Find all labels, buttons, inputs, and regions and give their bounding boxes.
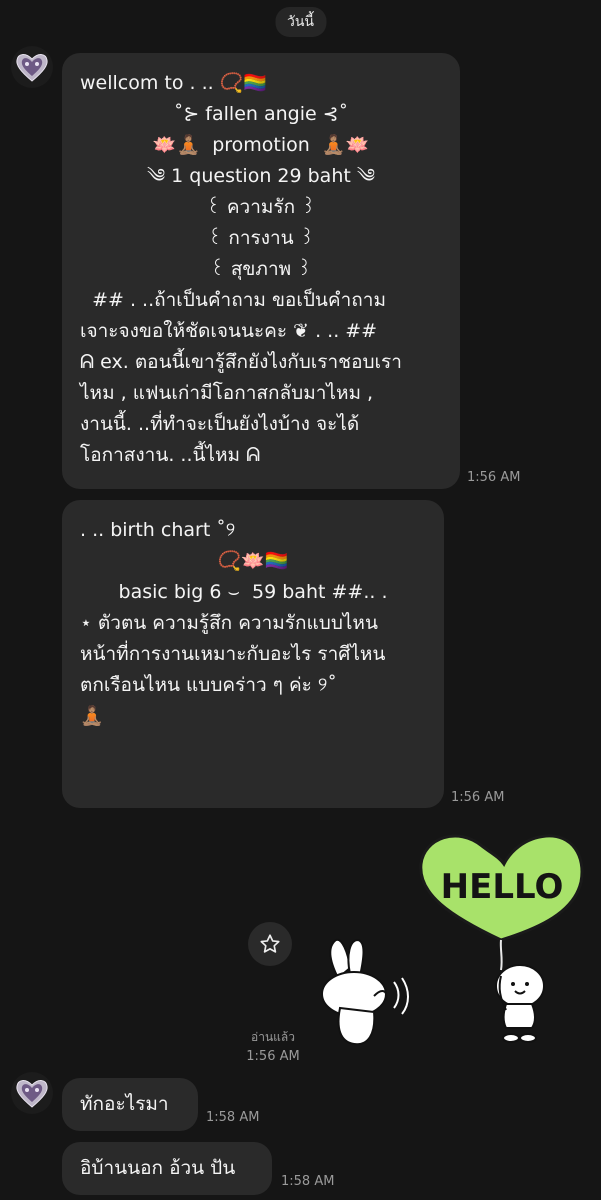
- message-line: basic big 6 ⌣ 59 baht ##.. .: [118, 581, 388, 603]
- message-line: ꒰ การงาน ꒱: [207, 227, 315, 249]
- message-line: 🧘🏽: [80, 705, 104, 727]
- hello-text: HELLO: [441, 867, 564, 907]
- heart-gem-avatar-icon: [16, 54, 48, 82]
- message-line: ⋆ ตัวตน ความรู้สึก ความรักแบบไหน: [80, 612, 378, 634]
- read-label: อ่านแล้ว: [251, 1030, 295, 1044]
- message-line: ไหม , แฟนเก่ามีโอกาสกลับมาไหม ,: [80, 382, 374, 404]
- message-text: ทักอะไรมา: [80, 1093, 169, 1115]
- heart-gem-avatar-icon: [16, 1080, 48, 1108]
- message-bubble[interactable]: wellcom to . .. 📿🏳️‍🌈 ˚⊱ fallen angie ⊰˚…: [62, 53, 460, 489]
- star-button[interactable]: [248, 922, 292, 966]
- avatar[interactable]: [11, 1072, 53, 1114]
- message-time: 1:58 AM: [281, 1174, 335, 1189]
- message-time: 1:56 AM: [451, 790, 505, 805]
- message-line: . .. birth chart ˚୨: [80, 519, 236, 541]
- message-line: โอกาสงาน. ..นี้ไหม ᕱ: [80, 444, 261, 466]
- message-line: หน้าที่การงานเหมาะกับอะไร ราศีไหน: [80, 643, 386, 665]
- message-text: อิบ้านนอก อ้วน ปัน: [80, 1157, 236, 1179]
- message-bubble[interactable]: . .. birth chart ˚୨ 📿🪷🏳️‍🌈 basic big 6 ⌣…: [62, 500, 444, 808]
- sticker-time: 1:56 AM: [246, 1049, 300, 1064]
- message-line: ꒰ ความรัก ꒱: [205, 196, 317, 218]
- read-receipt: อ่านแล้ว 1:56 AM: [238, 1028, 308, 1064]
- date-pill: วันนี้: [274, 7, 327, 37]
- message-time: 1:58 AM: [206, 1110, 260, 1125]
- message-bubble[interactable]: อิบ้านนอก อ้วน ปัน: [62, 1142, 272, 1195]
- message-line: งานนี้. ..ที่ทำจะเป็นยังไงบ้าง จะได้: [80, 413, 360, 435]
- message-line: ˚⊱ fallen angie ⊰˚: [173, 103, 349, 125]
- message-line: wellcom to . .. 📿🏳️‍🌈: [80, 72, 268, 94]
- message-line: 📿🪷🏳️‍🌈: [217, 550, 289, 572]
- message-line: ꒰ สุขภาพ ꒱: [209, 258, 313, 280]
- message-line: ᕱ ex. ตอนนี้เขารู้สึกยังไงกับเราชอบเรา: [80, 351, 402, 373]
- message-line: เจาะจงขอให้ชัดเจนนะคะ ❦ . .. ##: [80, 320, 378, 342]
- message-line: 🪷🧘🏽 promotion 🧘🏽🪷: [152, 134, 370, 156]
- hello-sticker[interactable]: HELLO: [310, 828, 595, 1058]
- message-line: ## . ..ถ้าเป็นคำถาม ขอเป็นคำถาม: [80, 289, 386, 311]
- avatar[interactable]: [11, 46, 53, 88]
- hello-sticker-image: HELLO: [321, 834, 584, 1046]
- star-icon: [260, 934, 280, 953]
- message-bubble[interactable]: ทักอะไรมา: [62, 1078, 198, 1131]
- message-time: 1:56 AM: [467, 470, 521, 485]
- message-line: ༄ 1 question 29 baht ༄: [146, 165, 376, 187]
- message-line: ตกเรือนไหน แบบคร่าว ๆ ค่ะ ୨˚: [80, 674, 337, 696]
